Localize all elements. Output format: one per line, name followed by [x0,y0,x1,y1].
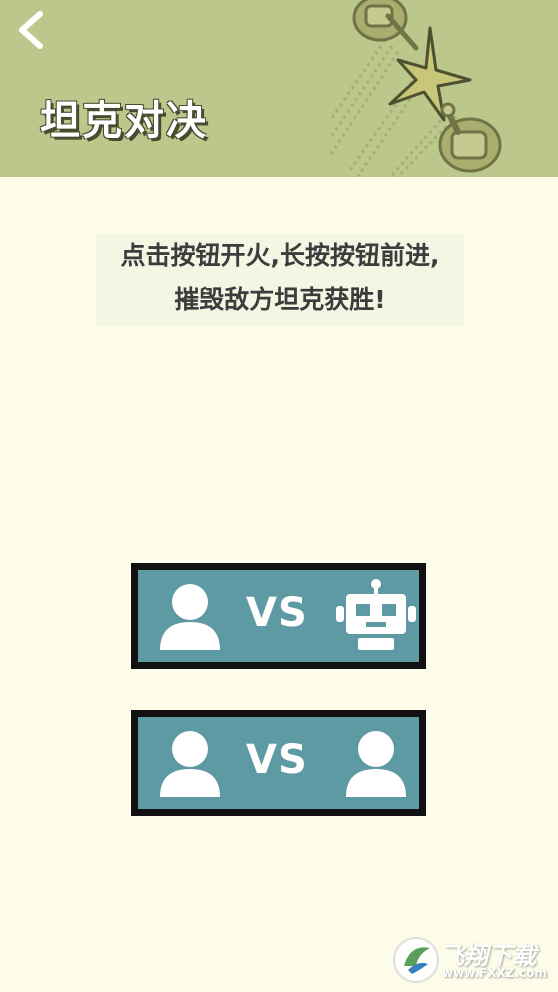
user-icon [160,731,220,797]
player-vs-robot-button-face: VS [138,570,419,662]
header-bar: 坦克对决 [0,0,558,177]
tank-battle-art-icon [330,0,502,177]
watermark: 飞翔下载 www.FXXZ.com [390,930,555,990]
vs-label: VS [246,590,308,636]
instruction-line-1: 点击按钮开火,长按按钮前进, [120,241,440,270]
chevron-left-icon [19,11,43,49]
tank-bottom-icon [438,102,502,173]
user-icon [346,731,406,797]
player-vs-player-button-face: VS [138,717,419,809]
player-vs-player-button[interactable]: VS [131,710,426,816]
vs-label: VS [246,737,308,783]
explosion-icon [388,26,472,122]
user-icon [160,584,220,650]
tank-top-icon [352,0,419,51]
back-button[interactable] [10,8,54,52]
instructions-panel: 点击按钮开火,长按按钮前进, 摧毁敌方坦克获胜! [96,234,464,326]
robot-icon [336,579,416,650]
watermark-url: www.FXXZ.com [442,966,547,980]
instruction-line-2: 摧毁敌方坦克获胜! [174,285,386,314]
player-vs-robot-button[interactable]: VS [131,563,426,669]
game-title: 坦克对决 [40,98,208,144]
